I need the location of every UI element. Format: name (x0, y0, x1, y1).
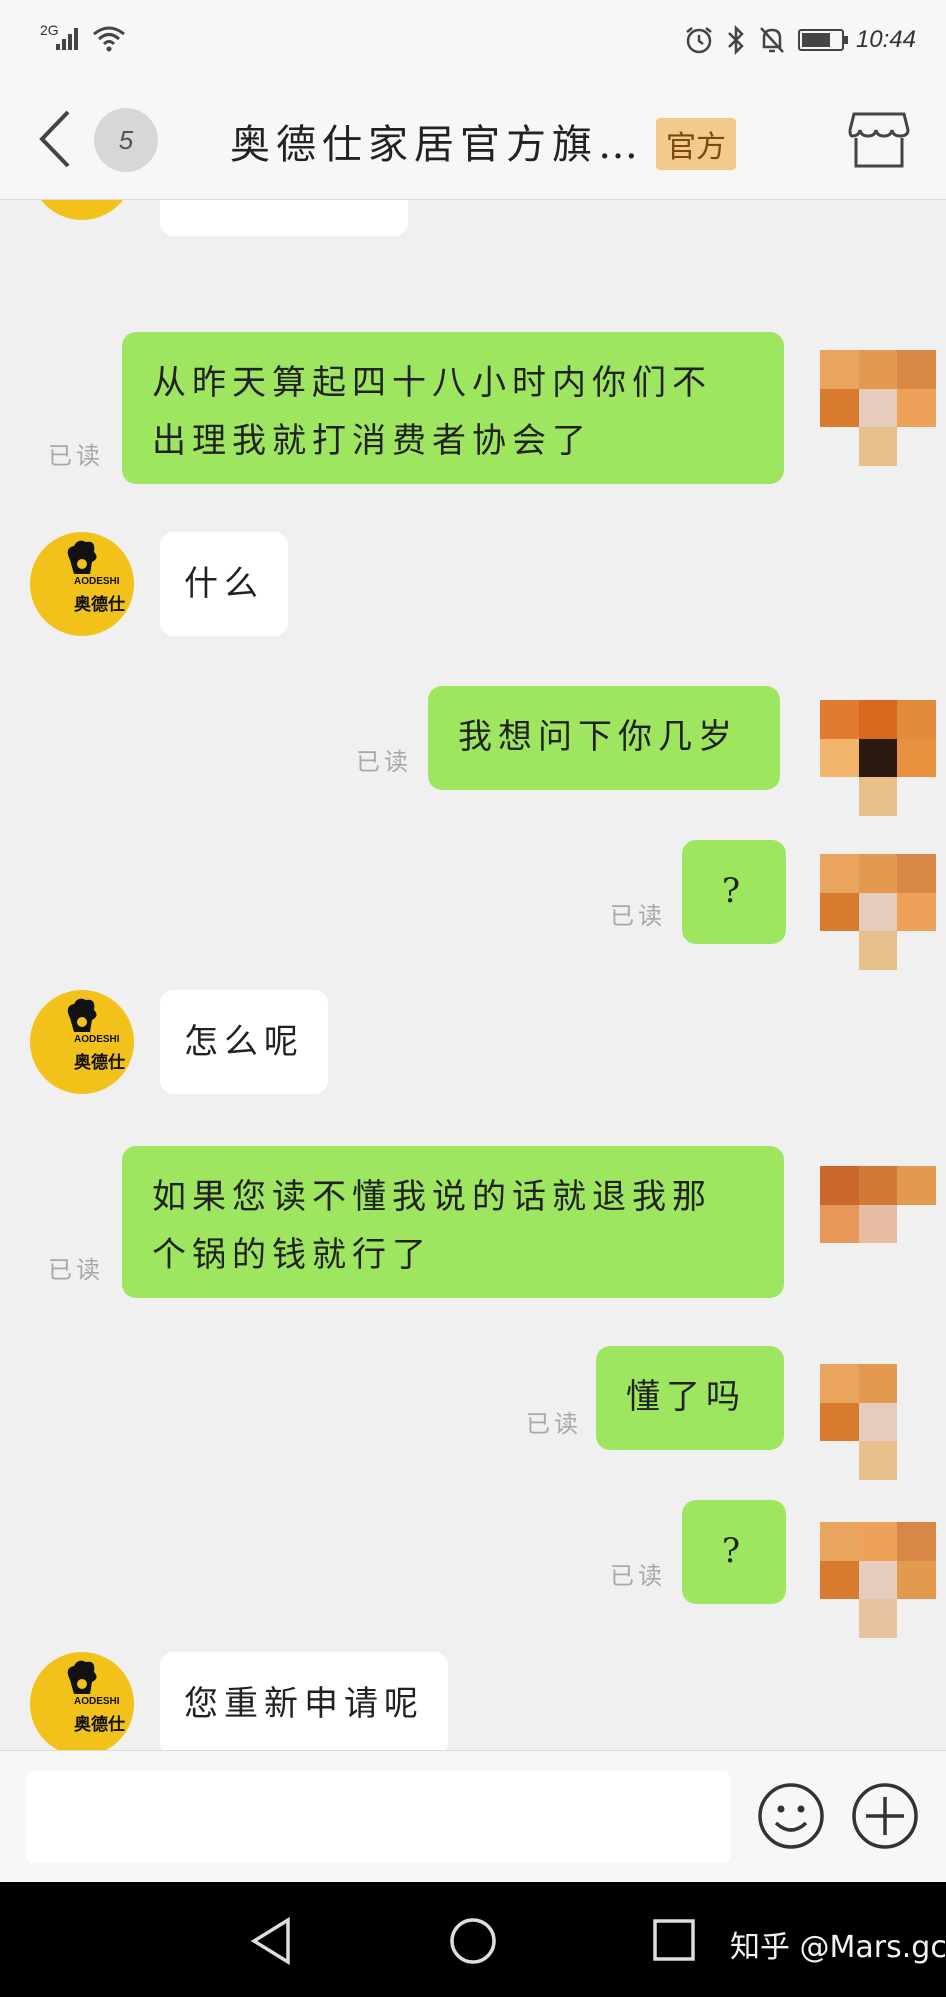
plus-circle-icon[interactable] (850, 1781, 920, 1851)
read-receipt: 已读 (610, 1562, 666, 1590)
chef-logo-icon (67, 998, 97, 1032)
alarm-icon (686, 27, 712, 54)
user-avatar[interactable] (820, 350, 936, 466)
user-avatar[interactable] (820, 1166, 936, 1282)
zhihu-watermark: 知乎 @Mars.gc (730, 1930, 946, 1965)
message-input[interactable] (26, 1771, 730, 1863)
message-line: 懂了吗 (626, 1377, 746, 1417)
shop-brand-en: AODESHI (74, 1034, 120, 1045)
status-bar: 2G 10:44 (0, 0, 946, 80)
system-nav-bar: 知乎 @Mars.gc (0, 1882, 946, 1997)
clock: 10:44 (855, 26, 916, 53)
read-receipt: 已读 (48, 442, 104, 470)
bluetooth-icon (728, 25, 744, 55)
message-line: 我想问下你几岁 (458, 717, 738, 757)
message-bubble-left[interactable]: 您重新申请呢 (160, 1652, 448, 1750)
wifi-icon (93, 26, 125, 52)
message-line: 个锅的钱就行了 (152, 1235, 432, 1275)
message-bubble-right[interactable]: ? (682, 840, 786, 944)
shop-brand-cn: 奥德仕 (74, 1053, 125, 1073)
chat-header: 5 奥德仕家居官方旗… 官方 (0, 80, 946, 200)
shop-avatar[interactable]: AODESHI 奥德仕 (30, 990, 134, 1094)
read-receipt: 已读 (48, 1256, 104, 1284)
message-line: 如果您读不懂我说的话就退我那 (152, 1177, 712, 1217)
message-line: ? (721, 871, 747, 911)
message-bubble-right[interactable]: 懂了吗 (596, 1346, 784, 1450)
chef-logo-icon (67, 540, 97, 574)
message-bubble-left[interactable]: 怎么呢 (160, 990, 328, 1094)
message-bubble-right[interactable]: 我想问下你几岁 (428, 686, 780, 790)
chef-logo-icon (67, 1660, 97, 1694)
nav-recent-apps-icon[interactable] (652, 1918, 696, 1962)
nav-back-icon[interactable] (248, 1916, 294, 1966)
battery-icon (797, 29, 848, 51)
store-icon[interactable] (848, 108, 910, 170)
user-avatar[interactable] (820, 854, 936, 970)
message-bubble-left[interactable]: 什么 (160, 532, 288, 636)
shop-brand-cn: 奥德仕 (74, 595, 125, 615)
message-bubble-right[interactable]: 如果您读不懂我说的话就退我那 个锅的钱就行了 (122, 1146, 784, 1298)
shop-brand-en: AODESHI (74, 576, 120, 587)
read-receipt: 已读 (356, 748, 412, 776)
signal-icon (56, 26, 82, 50)
shop-brand-cn: 奥德仕 (74, 1715, 125, 1735)
nav-home-icon[interactable] (448, 1916, 498, 1966)
read-receipt: 已读 (526, 1410, 582, 1438)
user-avatar[interactable] (820, 1522, 936, 1638)
read-receipt: 已读 (610, 902, 666, 930)
message-line: 从昨天算起四十八小时内你们不 (152, 363, 712, 403)
shop-brand-en: AODESHI (74, 1696, 120, 1707)
message-line: 出理我就打消费者协会了 (152, 421, 592, 461)
message-bubble-left[interactable]: 好的呢亲亲 (160, 200, 408, 236)
smiley-icon[interactable] (756, 1781, 826, 1851)
message-bubble-right[interactable]: 从昨天算起四十八小时内你们不 出理我就打消费者协会了 (122, 332, 784, 484)
unread-count-badge[interactable]: 5 (94, 108, 158, 172)
chat-area[interactable]: AODESHI 奥德仕 好的呢亲亲 已读 从昨天算起四十八小时内你们不 出理我就… (0, 200, 946, 1750)
shop-avatar[interactable]: AODESHI 奥德仕 (30, 1652, 134, 1750)
message-bubble-right[interactable]: ? (682, 1500, 786, 1604)
shop-avatar[interactable]: AODESHI 奥德仕 (30, 200, 134, 220)
shop-avatar[interactable]: AODESHI 奥德仕 (30, 532, 134, 636)
official-badge: 官方 (656, 118, 736, 170)
back-icon[interactable] (30, 104, 80, 174)
message-input-bar (0, 1750, 946, 1882)
message-line: ? (721, 1531, 747, 1571)
user-avatar[interactable] (820, 1364, 936, 1480)
shop-name[interactable]: 奥德仕家居官方旗… (230, 112, 644, 170)
mute-bell-icon (760, 27, 784, 53)
user-avatar[interactable] (820, 700, 936, 816)
